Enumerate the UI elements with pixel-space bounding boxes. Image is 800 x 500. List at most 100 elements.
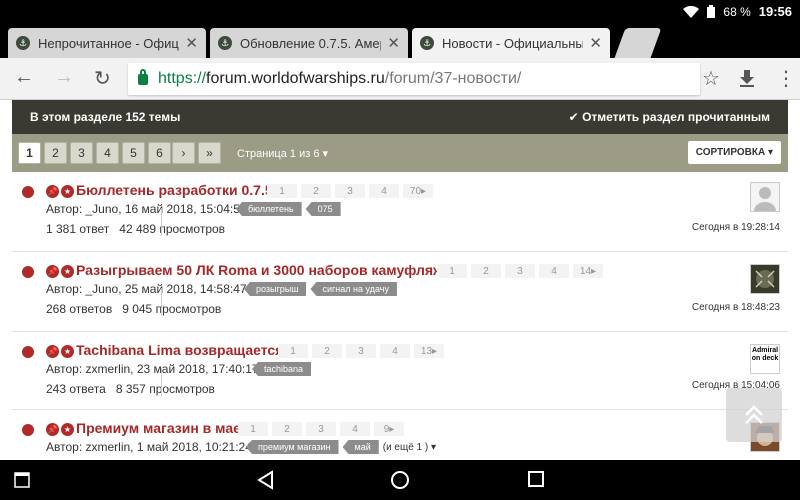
avatar[interactable] — [750, 264, 780, 294]
topic-title[interactable]: Разыгрываем 50 ЛК Roma и 3000 наборов ка… — [76, 262, 456, 278]
unread-dot-icon — [22, 346, 34, 358]
topic-row[interactable]: 📌 ★ Разыгрываем 50 ЛК Roma и 3000 наборо… — [12, 252, 788, 332]
tag[interactable]: розыгрыш — [244, 282, 307, 296]
unread-dot-icon — [22, 186, 34, 198]
topic-tags: tachibana — [252, 362, 312, 376]
more-tags-toggle[interactable]: (и ещё 1 ) ▾ — [383, 442, 436, 453]
tag[interactable]: tachibana — [252, 362, 312, 376]
close-icon[interactable]: ✕ — [589, 34, 602, 52]
avatar-text: Admiral on deck — [751, 347, 779, 362]
back-triangle-icon[interactable] — [256, 470, 274, 490]
tab-label: Обновление 0.7.5. Америка — [240, 35, 381, 51]
back-arrow-icon[interactable]: ← — [14, 66, 34, 89]
topic-page-link[interactable]: 3 — [505, 264, 535, 278]
topic-row[interactable]: 📌 ★ Премиум магазин в мае 1 2 3 4 9▸ Авт… — [12, 410, 788, 460]
tab-update[interactable]: ⚓ Обновление 0.7.5. Америка ✕ — [210, 28, 408, 58]
tab-unread[interactable]: ⚓ Непрочитанное - Официаль ✕ — [8, 28, 206, 58]
last-post-time: Сегодня в 19:28:14 — [691, 222, 780, 233]
topic-page-link[interactable]: 4 — [369, 184, 399, 198]
topic-page-link[interactable]: 1 — [278, 344, 308, 358]
topic-row[interactable]: 📌 ★ Tachibana Lima возвращается! 1 2 3 4… — [12, 332, 788, 410]
mark-read-link[interactable]: ✔ Отметить раздел прочитанным — [569, 110, 770, 124]
tag[interactable]: сигнал на удачу — [310, 282, 397, 296]
view-count: 42 489 просмотров — [119, 222, 226, 236]
avatar[interactable]: Admiral on deck — [750, 344, 780, 374]
topic-pages: 1 2 3 4 9▸ — [238, 422, 404, 436]
close-icon[interactable]: ✕ — [387, 34, 400, 52]
topic-tags: премиум магазин май (и ещё 1 ) ▾ — [246, 440, 436, 454]
reply-count: 268 ответов — [46, 302, 113, 316]
topic-page-link[interactable]: 3 — [335, 184, 365, 198]
topic-tags: бюллетень 075 — [236, 202, 341, 216]
page-button[interactable]: 2 — [44, 142, 67, 164]
double-chevron-up-icon — [745, 405, 763, 424]
tab-strip: ⚓ Непрочитанное - Официаль ✕ ⚓ Обновлени… — [0, 24, 800, 58]
page-button[interactable]: 4 — [96, 142, 119, 164]
next-page-button[interactable]: › — [172, 142, 195, 164]
download-icon[interactable] — [740, 70, 754, 87]
user-avatar-icon — [755, 270, 775, 288]
topic-row[interactable]: 📌 ★ Бюллетень разработки 0.7.5 1 2 3 4 7… — [12, 180, 788, 252]
topic-page-link[interactable]: 13▸ — [414, 344, 444, 358]
default-avatar-icon — [754, 187, 776, 211]
topic-page-link[interactable]: 4 — [340, 422, 370, 436]
close-icon[interactable]: ✕ — [185, 34, 198, 52]
reload-icon[interactable]: ↻ — [94, 66, 111, 91]
tag[interactable]: бюллетень — [236, 202, 302, 216]
topic-page-link[interactable]: 1 — [238, 422, 268, 436]
tag[interactable]: май — [342, 440, 379, 454]
reply-count: 243 ответа — [46, 382, 106, 396]
topic-title[interactable]: Бюллетень разработки 0.7.5 — [76, 182, 273, 198]
topic-page-link[interactable]: 2 — [301, 184, 331, 198]
new-tab-button[interactable] — [614, 28, 662, 58]
topic-page-link[interactable]: 2 — [312, 344, 342, 358]
topic-page-link[interactable]: 3 — [346, 344, 376, 358]
page-button[interactable]: 1 — [18, 142, 41, 164]
forward-arrow-icon[interactable]: → — [54, 66, 74, 89]
tab-news[interactable]: ⚓ Новости - Официальный ф ✕ — [412, 28, 610, 58]
system-nav-bar — [0, 460, 800, 500]
last-post-time: Сегодня в 18:48:23 — [691, 302, 780, 313]
topic-page-link[interactable]: 2 — [272, 422, 302, 436]
page-info-dropdown[interactable]: Страница 1 из 6 ▾ — [237, 147, 328, 160]
star-icon[interactable]: ☆ — [702, 66, 720, 91]
browser-toolbar: ← → ↻ https:// forum.worldofwarships.ru … — [0, 58, 800, 100]
topic-page-link[interactable]: 3 — [306, 422, 336, 436]
recent-apps-icon[interactable] — [14, 472, 30, 488]
pin-icon: 📌 — [46, 185, 59, 198]
star-badge-icon: ★ — [61, 185, 74, 198]
home-circle-icon[interactable] — [390, 470, 410, 490]
topic-count: В этом разделе 152 темы — [30, 110, 181, 124]
topic-page-link[interactable]: 2 — [471, 264, 501, 278]
last-page-button[interactable]: » — [198, 142, 221, 164]
star-badge-icon: ★ — [61, 265, 74, 278]
page-button[interactable]: 3 — [70, 142, 93, 164]
topic-page-link[interactable]: 1 — [267, 184, 297, 198]
menu-dots-icon[interactable]: ⋮ — [776, 66, 796, 91]
topic-page-link[interactable]: 4 — [539, 264, 569, 278]
topic-page-link[interactable]: 4 — [380, 344, 410, 358]
scroll-to-top-button[interactable] — [726, 388, 782, 442]
tag[interactable]: 075 — [305, 202, 341, 216]
url-path: /forum/37-новости/ — [384, 70, 522, 87]
tab-label: Новости - Официальный ф — [442, 35, 584, 51]
topic-page-link[interactable]: 14▸ — [573, 264, 603, 278]
tag[interactable]: премиум магазин — [246, 440, 339, 454]
pin-icon: 📌 — [46, 423, 59, 436]
avatar[interactable] — [750, 182, 780, 212]
url-host: forum.worldofwarships.ru — [206, 70, 385, 87]
topic-page-link[interactable]: 1 — [437, 264, 467, 278]
sort-button[interactable]: СОРТИРОВКА ▾ — [687, 141, 781, 164]
page-button[interactable]: 5 — [122, 142, 145, 164]
address-bar[interactable]: https:// forum.worldofwarships.ru /forum… — [128, 63, 700, 95]
topic-author: Автор: zxmerlin, 23 май 2018, 17:40:17 — [46, 362, 259, 376]
topic-pages: 1 2 3 4 14▸ — [437, 264, 603, 278]
view-count: 8 357 просмотров — [115, 382, 215, 396]
page-info-label: Страница 1 из 6 — [237, 148, 320, 160]
topic-title[interactable]: Tachibana Lima возвращается! — [76, 342, 288, 358]
overview-square-icon[interactable] — [527, 470, 545, 488]
topic-page-link[interactable]: 70▸ — [403, 184, 433, 198]
topic-title[interactable]: Премиум магазин в мае — [76, 420, 241, 436]
topic-page-link[interactable]: 9▸ — [374, 422, 404, 436]
page-button[interactable]: 6 — [148, 142, 171, 164]
